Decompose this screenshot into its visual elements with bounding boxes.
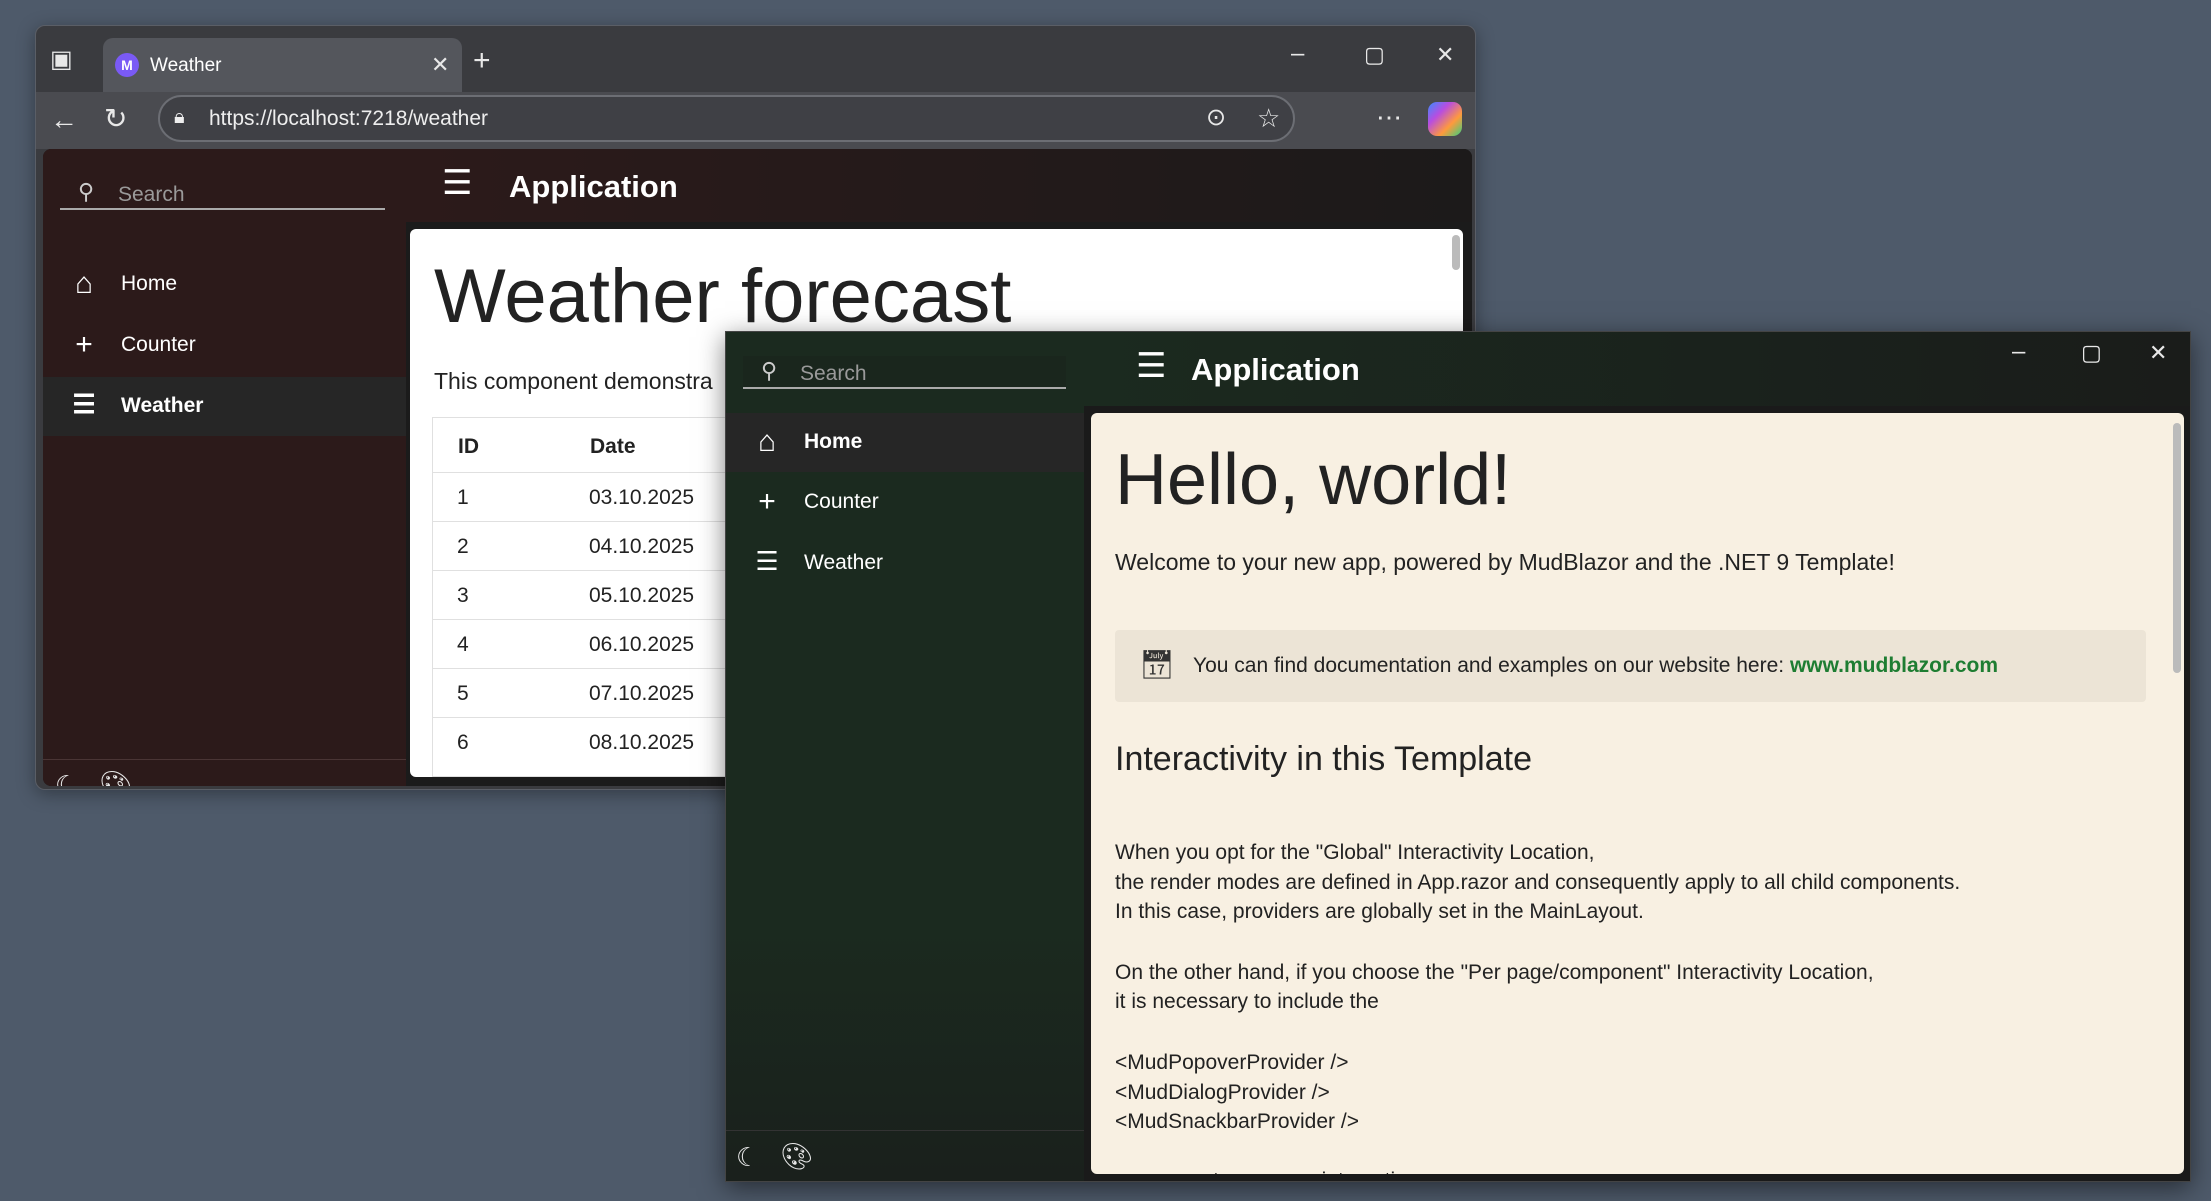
menu-icon[interactable]: ☰ [442, 163, 472, 203]
page-title: Weather forecast [434, 254, 1012, 339]
nav-item-weather[interactable]: ☰ Weather [43, 377, 406, 436]
close-window-icon[interactable]: ✕ [2149, 342, 2167, 364]
search-input[interactable]: ⚲ Search [743, 356, 1066, 389]
table-cell: 04.10.2025 [589, 535, 695, 558]
new-tab-icon[interactable]: + [473, 46, 491, 76]
maximize-icon[interactable]: ▢ [1364, 44, 1385, 66]
paragraph-line: it is necessary to include the [1115, 990, 1379, 1013]
favorite-star-icon[interactable]: ☆ [1257, 105, 1280, 131]
app-bar: ☰ Application – ▢ ✕ [1084, 332, 2190, 406]
minimize-icon[interactable]: – [1291, 42, 1304, 66]
paragraph-line: <MudSnackbarProvider /> [1115, 1110, 1359, 1133]
nav-drawer: ⚲ Search ⌂ Home + Counter ☰ Weather ☾ 🎨︎ [43, 149, 406, 786]
divider [43, 759, 406, 760]
table-cell: 3 [457, 584, 469, 607]
section-heading: Interactivity in this Template [1115, 740, 1532, 778]
tab-title: Weather [150, 55, 222, 76]
address-bar[interactable]: 🔒︎ https://localhost:7218/weather ⊙ ☆ [158, 95, 1295, 142]
table-cell: 6 [457, 731, 469, 754]
back-icon[interactable]: ← [50, 106, 78, 134]
app-window: ⚲ Search ⌂ Home + Counter ☰ Weather ☾ 🎨︎ ☰ … [725, 331, 2191, 1182]
paragraph-line: <MudDialogProvider /> [1115, 1081, 1330, 1104]
home-icon: ⌂ [74, 267, 94, 300]
calendar-icon: 📅︎ [1139, 649, 1175, 680]
welcome-text: Welcome to your new app, powered by MudB… [1115, 549, 1895, 575]
list-icon: ☰ [72, 389, 96, 419]
copilot-icon[interactable] [1428, 102, 1462, 136]
column-header: Date [590, 435, 636, 458]
search-input[interactable]: ⚲ Search [60, 177, 385, 210]
dark-mode-icon[interactable]: ☾ [55, 772, 78, 786]
paragraph-line: <MudPopoverProvider /> [1115, 1051, 1349, 1074]
search-icon: ⚲ [78, 179, 95, 204]
palette-icon[interactable]: 🎨︎ [99, 771, 132, 786]
maximize-icon[interactable]: ▢ [2081, 342, 2102, 364]
scrollbar[interactable] [1452, 235, 1460, 270]
nav-item-counter[interactable]: + Counter [43, 316, 406, 375]
search-placeholder: Search [118, 183, 185, 206]
page-title: Hello, world! [1115, 440, 1512, 520]
nav-label: Home [804, 430, 863, 453]
minimize-icon[interactable]: – [2012, 340, 2025, 364]
info-alert: 📅︎ You can find documentation and exampl… [1115, 630, 2146, 702]
sidebar-toggle-icon[interactable]: ▣ [50, 48, 73, 72]
home-icon: ⌂ [757, 425, 777, 458]
lock-icon: 🔒︎ [174, 106, 185, 128]
table-cell: 08.10.2025 [589, 731, 695, 754]
nav-label: Counter [121, 333, 196, 356]
settings-menu-icon[interactable]: ⋯ [1376, 104, 1402, 130]
search-placeholder: Search [800, 362, 867, 385]
nav-item-counter[interactable]: + Counter [726, 473, 1084, 532]
nav-item-home[interactable]: ⌂ Home [43, 255, 406, 314]
dark-mode-icon[interactable]: ☾ [736, 1144, 759, 1170]
plus-icon: + [75, 328, 93, 361]
nav-label: Weather [121, 394, 204, 417]
palette-icon[interactable]: 🎨︎ [780, 1143, 813, 1169]
app-title: Application [509, 169, 678, 204]
app-title: Application [1191, 352, 1360, 387]
close-tab-icon[interactable]: ✕ [431, 54, 449, 76]
table-cell: 03.10.2025 [589, 486, 695, 509]
more-options-icon[interactable]: ⊙ [1206, 106, 1226, 130]
list-icon: ☰ [755, 546, 779, 576]
table-cell: 4 [457, 633, 469, 656]
table-cell: 05.10.2025 [589, 584, 695, 607]
paragraph-line: When you opt for the "Global" Interactiv… [1115, 841, 1595, 864]
scrollbar[interactable] [2173, 423, 2181, 673]
nav-item-home[interactable]: ⌂ Home [726, 413, 1084, 472]
browser-tab[interactable]: M Weather ✕ [103, 38, 462, 94]
nav-label: Home [121, 272, 178, 295]
nav-label: Counter [804, 490, 879, 513]
table-cell: 2 [457, 535, 469, 558]
alert-text: You can find documentation and examples … [1193, 654, 1790, 677]
table-cell: 07.10.2025 [589, 682, 695, 705]
nav-drawer: ⚲ Search ⌂ Home + Counter ☰ Weather ☾ 🎨︎ [726, 332, 1084, 1181]
nav-label: Weather [804, 551, 883, 574]
mudblazor-link[interactable]: www.mudblazor.com [1790, 654, 1998, 677]
main-content: Hello, world! Welcome to your new app, p… [1091, 413, 2184, 1174]
paragraph-line: the render modes are defined in App.razo… [1115, 871, 1961, 894]
paragraph-line: On the other hand, if you choose the "Pe… [1115, 961, 1874, 984]
browser-toolbar: ← ↻ 🔒︎ https://localhost:7218/weather ⊙ … [36, 92, 1475, 149]
divider [726, 1130, 1084, 1131]
table-cell: 1 [457, 486, 469, 509]
close-window-icon[interactable]: ✕ [1436, 44, 1454, 66]
table-cell: 5 [457, 682, 469, 705]
search-icon: ⚲ [761, 358, 778, 383]
table-cell: 06.10.2025 [589, 633, 695, 656]
reload-icon[interactable]: ↻ [104, 105, 127, 133]
nav-item-weather[interactable]: ☰ Weather [726, 534, 1084, 593]
tab-favicon-icon: M [115, 53, 139, 77]
menu-icon[interactable]: ☰ [1136, 346, 1166, 386]
column-header: ID [458, 435, 479, 458]
url-text: https://localhost:7218/weather [209, 107, 489, 130]
plus-icon: + [758, 485, 776, 518]
paragraph-line: components on every interactive page. [1115, 1169, 1476, 1174]
paragraph-line: In this case, providers are globally set… [1115, 900, 1644, 923]
app-bar: ☰ Application [406, 149, 1472, 222]
intro-text: This component demonstra [434, 368, 713, 394]
